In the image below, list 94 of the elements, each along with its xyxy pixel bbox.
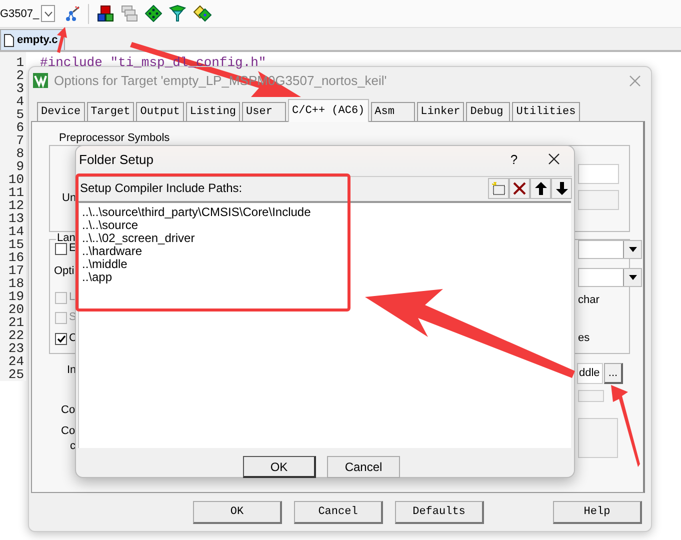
tab[interactable]: C/C++ (AC6) [288, 99, 369, 122]
group-label: Lan [56, 232, 76, 244]
checkbox[interactable] [55, 243, 67, 255]
line-number: 20 [7, 303, 25, 316]
label-text: c [70, 440, 76, 452]
text-field[interactable] [578, 418, 618, 458]
line-number: 4 [15, 95, 25, 108]
file-icon [4, 34, 14, 46]
label-text: char [578, 294, 600, 306]
line-number: 12 [7, 199, 25, 212]
tab[interactable]: Listing [186, 102, 240, 121]
target-select-text[interactable]: G3507_ [0, 8, 40, 20]
wand-icon[interactable] [64, 6, 80, 22]
line-number: 8 [15, 147, 25, 160]
tab[interactable]: User [242, 102, 286, 121]
line-number: 16 [7, 251, 25, 264]
line-number: 7 [15, 134, 25, 147]
dialog-button[interactable]: Help [553, 501, 642, 524]
text-field[interactable] [578, 164, 619, 184]
close-icon[interactable] [548, 153, 560, 165]
checkbox[interactable] [55, 333, 67, 345]
dialog-button[interactable]: OK [193, 501, 282, 524]
annotation-arrow [57, 27, 67, 53]
line-number: 19 [7, 290, 25, 303]
down-arrow-icon [556, 182, 568, 194]
new-item-icon [492, 182, 505, 194]
line-number: 9 [15, 160, 25, 173]
line-number: 6 [15, 121, 25, 134]
diamond-icon[interactable] [145, 5, 162, 22]
up-arrow-icon [534, 182, 546, 194]
include-paths-field[interactable]: ddle [577, 363, 603, 384]
line-number: 23 [7, 342, 25, 355]
path-item[interactable]: ..\app [82, 271, 571, 284]
label-text: Opti [54, 265, 74, 277]
dropdown-button[interactable] [41, 5, 56, 22]
line-number: 18 [7, 277, 25, 290]
dialog-title: Folder Setup [79, 152, 154, 166]
text-field[interactable] [578, 390, 604, 402]
path-item[interactable]: ..\middle [82, 258, 571, 271]
line-number: 21 [7, 316, 25, 329]
chevron-down-icon [44, 10, 53, 16]
move-up-button[interactable] [530, 178, 551, 198]
label-text: Co [61, 404, 76, 416]
tab[interactable]: Device [37, 102, 85, 121]
text-field[interactable] [578, 190, 619, 210]
line-number: 5 [15, 108, 25, 121]
line-number: 2 [15, 69, 25, 82]
dialog-button[interactable]: Cancel [294, 501, 383, 524]
list-header: Setup Compiler Include Paths: [80, 181, 242, 195]
dialog-button[interactable]: OK [243, 456, 316, 478]
stacked-windows-icon[interactable] [121, 5, 138, 22]
dropdown[interactable] [578, 240, 642, 259]
diamond-pair-icon[interactable] [193, 5, 212, 22]
path-item[interactable]: ..\..\source\third_party\CMSIS\Core\Include [82, 206, 571, 219]
line-number: 10 [7, 173, 25, 186]
tab[interactable]: Asm [370, 102, 415, 121]
path-item[interactable]: ..\..\source [82, 219, 571, 232]
path-item[interactable]: ..\..\02_screen_driver [82, 232, 571, 245]
tab[interactable]: Output [136, 102, 184, 121]
line-number: 22 [7, 329, 25, 342]
tab[interactable]: Linker [416, 102, 464, 121]
delete-button[interactable] [509, 178, 530, 198]
check-icon [56, 335, 66, 343]
line-number: 3 [15, 82, 25, 95]
line-number: 15 [7, 238, 25, 251]
app-icon [33, 73, 48, 88]
line-number: 14 [7, 225, 25, 238]
tab[interactable]: Target [86, 102, 134, 121]
line-number: 25 [7, 368, 25, 381]
dialog-button[interactable]: Defaults [395, 501, 484, 524]
dropdown-arrow-icon [628, 247, 636, 252]
tab[interactable]: Debug [466, 102, 510, 121]
new-folder-button[interactable] [488, 178, 509, 198]
blocks-icon[interactable] [97, 5, 114, 22]
line-number: 13 [7, 212, 25, 225]
dropdown-arrow-icon [628, 275, 636, 280]
delete-icon [513, 182, 526, 194]
line-number: 24 [7, 355, 25, 368]
file-tab[interactable]: empty.c [0, 29, 65, 50]
dropdown[interactable] [578, 268, 642, 287]
browse-button[interactable]: ... [604, 363, 623, 384]
help-button[interactable]: ? [504, 152, 524, 166]
checkbox-label: L [69, 291, 76, 303]
group-label: Preprocessor Symbols [58, 132, 171, 144]
line-number: 11 [7, 186, 25, 199]
dialog-button[interactable]: Cancel [327, 456, 400, 478]
move-down-button[interactable] [551, 178, 572, 198]
funnel-icon[interactable] [169, 5, 186, 22]
line-number: 1 [15, 56, 25, 69]
label-text: es [578, 332, 590, 344]
path-item[interactable]: ..\hardware [82, 245, 571, 258]
label-text: Co [61, 425, 76, 437]
line-number: 17 [7, 264, 25, 277]
tab[interactable]: Utilities [512, 102, 580, 121]
